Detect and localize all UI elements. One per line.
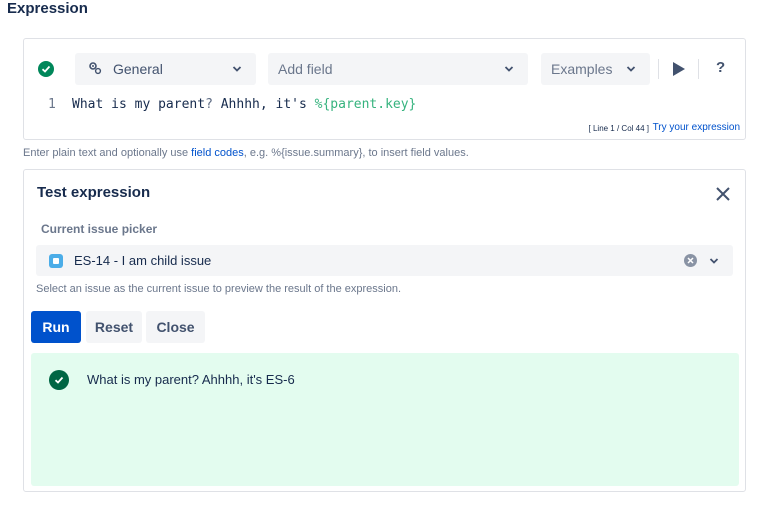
result-text: What is my parent? Ahhhh, it's ES-6 <box>87 372 295 387</box>
picker-value: ES-14 - I am child issue <box>74 253 212 268</box>
chevron-down-icon <box>504 66 514 72</box>
line-number: 1 <box>48 97 56 112</box>
add-field-label: Add field <box>278 61 333 77</box>
toolbar-divider <box>658 59 659 79</box>
clear-icon[interactable] <box>684 254 697 267</box>
panel-title: Test expression <box>37 184 151 201</box>
chevron-down-icon <box>626 66 636 72</box>
issue-picker[interactable]: ES-14 - I am child issue <box>36 245 733 276</box>
helper-text: Enter plain text and optionally use fiel… <box>23 147 469 159</box>
toolbar-divider <box>698 59 699 79</box>
success-check-icon <box>49 370 69 390</box>
field-codes-link[interactable]: field codes <box>191 147 244 159</box>
close-icon[interactable] <box>715 186 731 202</box>
general-dropdown[interactable]: General <box>75 53 256 85</box>
functions-icon <box>89 62 102 75</box>
examples-label: Examples <box>551 61 613 77</box>
chevron-down-icon[interactable] <box>709 257 719 265</box>
general-label: General <box>113 61 163 77</box>
field-code-token: %{parent.key} <box>314 97 417 112</box>
subtask-icon <box>49 254 63 268</box>
reset-button[interactable]: Reset <box>86 311 142 343</box>
section-title: Expression <box>7 0 88 17</box>
add-field-dropdown[interactable]: Add field <box>268 53 528 85</box>
editor-toolbar: General Add field Examples ? <box>24 53 745 85</box>
try-expression-link[interactable]: Try your expression <box>653 122 740 133</box>
expression-editor: General Add field Examples ? 1 What is m… <box>23 38 746 140</box>
help-button[interactable]: ? <box>716 59 725 76</box>
result-box: What is my parent? Ahhhh, it's ES-6 <box>31 353 739 486</box>
chevron-down-icon <box>232 66 242 72</box>
run-button[interactable]: Run <box>31 311 81 343</box>
close-button[interactable]: Close <box>146 311 205 343</box>
play-icon[interactable] <box>672 61 686 77</box>
picker-label: Current issue picker <box>41 222 158 236</box>
cursor-position: [ Line 1 / Col 44 ] <box>588 124 649 133</box>
code-text[interactable]: What is my parent? Ahhhh, it's %{parent.… <box>72 97 416 112</box>
valid-check-icon <box>38 61 54 77</box>
code-line[interactable]: 1 What is my parent? Ahhhh, it's %{paren… <box>24 97 745 117</box>
picker-help-text: Select an issue as the current issue to … <box>36 283 402 295</box>
test-expression-panel: Test expression Current issue picker ES-… <box>23 169 746 492</box>
examples-dropdown[interactable]: Examples <box>541 53 650 85</box>
